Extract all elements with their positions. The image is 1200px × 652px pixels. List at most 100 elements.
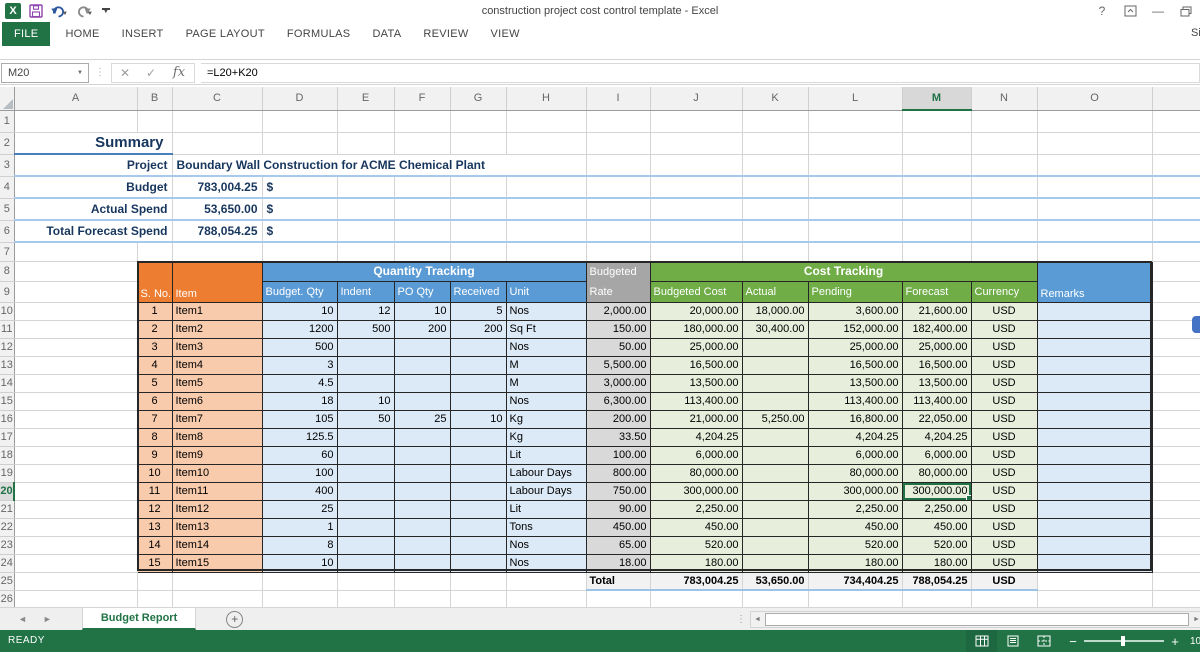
cell-M19[interactable]: 80,000.00 (902, 464, 971, 482)
ribbon-tab-page-layout[interactable]: PAGE LAYOUT (175, 22, 276, 46)
row-header-20[interactable]: 20 (0, 482, 14, 500)
zoom-level[interactable]: 100% (1190, 636, 1200, 647)
cell-B12[interactable]: 3 (137, 338, 172, 356)
grid-cell[interactable] (337, 176, 394, 198)
grid-cell[interactable] (450, 132, 506, 154)
cell-I10[interactable]: 2,000.00 (586, 302, 650, 320)
grid-cell[interactable] (1037, 220, 1152, 242)
cell-I20[interactable]: 750.00 (586, 482, 650, 500)
grid-cell[interactable] (650, 590, 742, 608)
grid-cell[interactable] (14, 356, 137, 374)
undo-button[interactable]: ▼ (51, 4, 68, 18)
grid-cell[interactable] (1037, 132, 1152, 154)
cell-B22[interactable]: 13 (137, 518, 172, 536)
cell-O21[interactable] (1037, 500, 1152, 518)
cell-I12[interactable]: 50.00 (586, 338, 650, 356)
column-header-G[interactable]: G (450, 87, 506, 110)
cell-O12[interactable] (1037, 338, 1152, 356)
excel-logo-icon[interactable]: X (5, 3, 21, 19)
cell-L21[interactable]: 2,250.00 (808, 500, 902, 518)
cell-M12[interactable]: 25,000.00 (902, 338, 971, 356)
cell-C17[interactable]: Item8 (172, 428, 262, 446)
cell-C19[interactable]: Item10 (172, 464, 262, 482)
header-sno[interactable]: S. No. (137, 261, 172, 302)
grid-cell[interactable] (742, 198, 808, 220)
grid-cell[interactable] (971, 110, 1037, 132)
cell-F18[interactable] (394, 446, 450, 464)
cell-O14[interactable] (1037, 374, 1152, 392)
cell-C20[interactable]: Item11 (172, 482, 262, 500)
grid-cell[interactable] (902, 154, 971, 176)
cell-F20[interactable] (394, 482, 450, 500)
grid-cell[interactable] (506, 110, 586, 132)
grid-cell[interactable] (450, 110, 506, 132)
cell-L14[interactable]: 13,500.00 (808, 374, 902, 392)
cell-G23[interactable] (450, 536, 506, 554)
cell-C10[interactable]: Item1 (172, 302, 262, 320)
cell-D20[interactable]: 400 (262, 482, 337, 500)
cell-D15[interactable]: 18 (262, 392, 337, 410)
cell-D4[interactable]: $ (262, 176, 337, 198)
formula-input[interactable]: =L20+K20 (201, 63, 1200, 83)
cell-F14[interactable] (394, 374, 450, 392)
cell-H14[interactable]: M (506, 374, 586, 392)
grid-cell[interactable] (506, 132, 586, 154)
cell-J25[interactable]: 783,004.25 (650, 572, 742, 590)
row-header-6[interactable]: 6 (0, 220, 14, 242)
cell-E18[interactable] (337, 446, 394, 464)
help-button[interactable]: ? (1088, 0, 1116, 22)
cell-A6[interactable]: Total Forecast Spend (14, 220, 172, 242)
customize-quick-access-icon[interactable]: ▼ (102, 8, 110, 15)
grid-cell[interactable] (14, 374, 137, 392)
row-header-15[interactable]: 15 (0, 392, 14, 410)
cell-D24[interactable]: 10 (262, 554, 337, 572)
grid-cell[interactable] (586, 590, 650, 608)
cell-L15[interactable]: 113,400.00 (808, 392, 902, 410)
cell-C3[interactable]: Boundary Wall Construction for ACME Chem… (172, 154, 586, 176)
grid-cell[interactable] (1037, 242, 1152, 261)
grid-cell[interactable] (971, 154, 1037, 176)
cell-M22[interactable]: 450.00 (902, 518, 971, 536)
cell-C6[interactable]: 788,054.25 (172, 220, 262, 242)
cell-J22[interactable]: 450.00 (650, 518, 742, 536)
row-header-23[interactable]: 23 (0, 536, 14, 554)
grid-cell[interactable] (14, 392, 137, 410)
cell-L12[interactable]: 25,000.00 (808, 338, 902, 356)
cell-D23[interactable]: 8 (262, 536, 337, 554)
cell-D19[interactable]: 100 (262, 464, 337, 482)
cell-L24[interactable]: 180.00 (808, 554, 902, 572)
grid-cell[interactable] (971, 176, 1037, 198)
cell-I22[interactable]: 450.00 (586, 518, 650, 536)
grid-cell[interactable] (137, 242, 172, 261)
cell-K11[interactable]: 30,400.00 (742, 320, 808, 338)
cell-H24[interactable]: Nos (506, 554, 586, 572)
row-header-14[interactable]: 14 (0, 374, 14, 392)
cancel-icon[interactable]: ✕ (112, 66, 138, 80)
cell-D10[interactable]: 10 (262, 302, 337, 320)
cell-L19[interactable]: 80,000.00 (808, 464, 902, 482)
cell-J15[interactable]: 113,400.00 (650, 392, 742, 410)
column-header-F[interactable]: F (394, 87, 450, 110)
cell-O10[interactable] (1037, 302, 1152, 320)
grid-cell[interactable] (650, 110, 742, 132)
cell-L16[interactable]: 16,800.00 (808, 410, 902, 428)
grid-cell[interactable] (137, 572, 172, 590)
cell-O16[interactable] (1037, 410, 1152, 428)
cell-N19[interactable]: USD (971, 464, 1037, 482)
cell-N16[interactable]: USD (971, 410, 1037, 428)
save-icon[interactable] (29, 4, 43, 18)
cell-L25[interactable]: 734,404.25 (808, 572, 902, 590)
grid-cell[interactable] (506, 176, 586, 198)
cell-G18[interactable] (450, 446, 506, 464)
cell-H15[interactable]: Nos (506, 392, 586, 410)
grid-cell[interactable] (902, 198, 971, 220)
grid-cell[interactable] (262, 572, 337, 590)
cell-I13[interactable]: 5,500.00 (586, 356, 650, 374)
cell-E15[interactable]: 10 (337, 392, 394, 410)
ribbon-tab-file[interactable]: FILE (2, 22, 50, 46)
grid-cell[interactable] (14, 554, 137, 572)
grid-cell[interactable] (137, 590, 172, 608)
cell-G22[interactable] (450, 518, 506, 536)
grid-cell[interactable] (808, 590, 902, 608)
cell-G12[interactable] (450, 338, 506, 356)
